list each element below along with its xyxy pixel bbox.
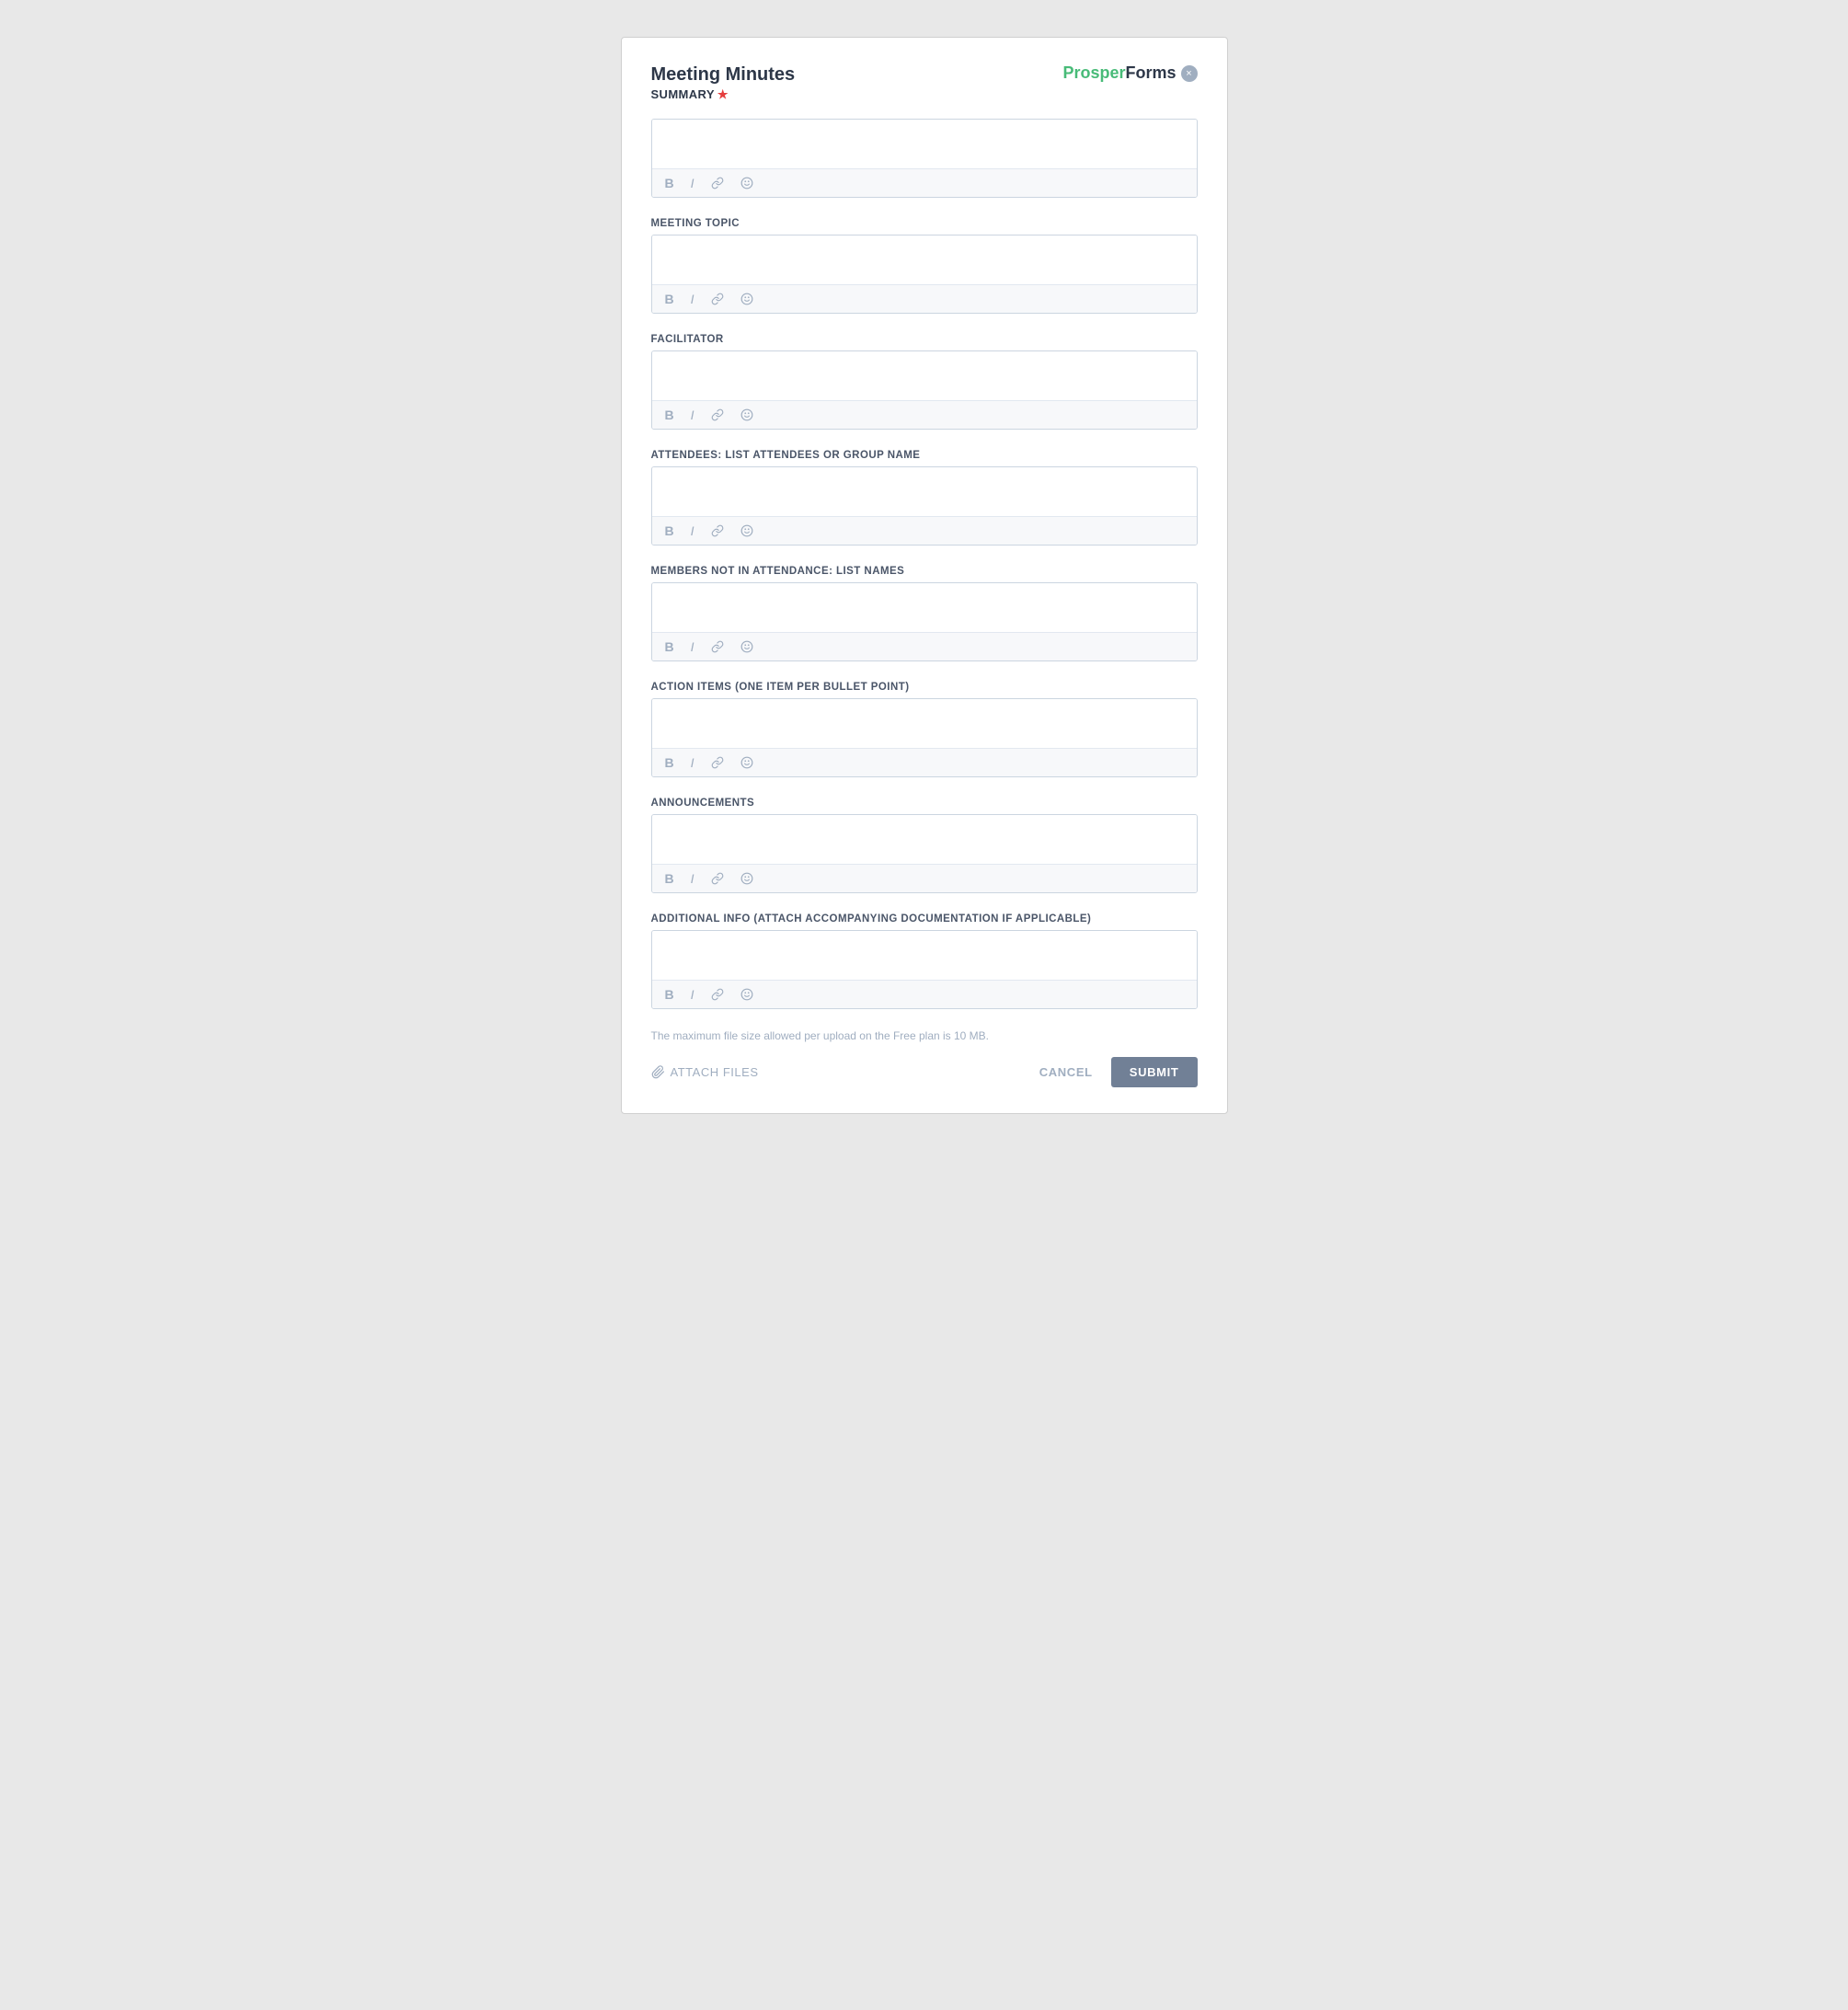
action-items-editor: B I (651, 698, 1198, 777)
footer-actions: ATTACH FILES CANCEL SUBMIT (651, 1057, 1198, 1087)
form-title-block: Meeting Minutes SUMMARY★ (651, 63, 796, 102)
announcements-link-btn[interactable] (707, 870, 728, 887)
announcements-editor: B I (651, 814, 1198, 893)
members-not-in-attendance-input[interactable] (652, 583, 1197, 627)
form-footer: The maximum file size allowed per upload… (651, 1029, 1198, 1087)
facilitator-input[interactable] (652, 351, 1197, 396)
action-items-label: ACTION ITEMS (ONE ITEM PER BULLET POINT) (651, 682, 1198, 693)
members-italic-btn[interactable]: I (687, 638, 698, 655)
summary-editor: B I (651, 119, 1198, 198)
summary-section-label: SUMMARY★ (651, 87, 796, 102)
logo-forms-text: Forms (1125, 63, 1176, 83)
additional-info-bold-btn[interactable]: B (661, 986, 678, 1003)
meeting-topic-label: MEETING TOPIC (651, 218, 1198, 229)
meeting-topic-editor: B I (651, 235, 1198, 314)
field-members-not-in-attendance: MEMBERS NOT IN ATTENDANCE: LIST NAMES B … (651, 566, 1198, 661)
attach-files-label: ATTACH FILES (671, 1065, 759, 1079)
announcements-emoji-btn[interactable] (737, 870, 757, 887)
facilitator-emoji-btn[interactable] (737, 407, 757, 423)
announcements-toolbar: B I (652, 864, 1197, 892)
attendees-italic-btn[interactable]: I (687, 523, 698, 539)
additional-info-editor: B I (651, 930, 1198, 1009)
facilitator-label: FACILITATOR (651, 334, 1198, 345)
logo-area: ProsperForms × (1062, 63, 1197, 83)
facilitator-bold-btn[interactable]: B (661, 407, 678, 423)
submit-button[interactable]: SUBMIT (1111, 1057, 1198, 1087)
logo-prosper-text: Prosper (1062, 63, 1125, 83)
attendees-editor: B I (651, 466, 1198, 546)
summary-link-btn[interactable] (707, 175, 728, 191)
meeting-topic-toolbar: B I (652, 284, 1197, 313)
attendees-bold-btn[interactable]: B (661, 523, 678, 539)
file-size-note: The maximum file size allowed per upload… (651, 1029, 1198, 1042)
facilitator-italic-btn[interactable]: I (687, 407, 698, 423)
paperclip-icon (651, 1065, 665, 1079)
summary-italic-btn[interactable]: I (687, 175, 698, 191)
attendees-toolbar: B I (652, 516, 1197, 545)
summary-bold-btn[interactable]: B (661, 175, 678, 191)
summary-toolbar: B I (652, 168, 1197, 197)
field-facilitator: FACILITATOR B I (651, 334, 1198, 430)
action-items-emoji-btn[interactable] (737, 754, 757, 771)
members-link-btn[interactable] (707, 638, 728, 655)
additional-info-input[interactable] (652, 931, 1197, 975)
announcements-italic-btn[interactable]: I (687, 870, 698, 887)
action-items-input[interactable] (652, 699, 1197, 743)
facilitator-editor: B I (651, 350, 1198, 430)
additional-info-italic-btn[interactable]: I (687, 986, 698, 1003)
meeting-topic-bold-btn[interactable]: B (661, 291, 678, 307)
meeting-topic-emoji-btn[interactable] (737, 291, 757, 307)
form-main-title: Meeting Minutes (651, 63, 796, 86)
form-submit-actions: CANCEL SUBMIT (1039, 1057, 1198, 1087)
action-items-italic-btn[interactable]: I (687, 754, 698, 771)
attendees-input[interactable] (652, 467, 1197, 511)
announcements-input[interactable] (652, 815, 1197, 859)
members-not-in-attendance-editor: B I (651, 582, 1198, 661)
facilitator-toolbar: B I (652, 400, 1197, 429)
field-meeting-topic: MEETING TOPIC B I (651, 218, 1198, 314)
attendees-label: ATTENDEES: LIST ATTENDEES OR GROUP NAME (651, 450, 1198, 461)
action-items-bold-btn[interactable]: B (661, 754, 678, 771)
form-container: Meeting Minutes SUMMARY★ ProsperForms × … (621, 37, 1228, 1114)
prosper-forms-logo: ProsperForms (1062, 63, 1176, 83)
action-items-toolbar: B I (652, 748, 1197, 776)
field-attendees: ATTENDEES: LIST ATTENDEES OR GROUP NAME … (651, 450, 1198, 546)
members-emoji-btn[interactable] (737, 638, 757, 655)
announcements-bold-btn[interactable]: B (661, 870, 678, 887)
field-announcements: ANNOUNCEMENTS B I (651, 798, 1198, 893)
field-action-items: ACTION ITEMS (ONE ITEM PER BULLET POINT)… (651, 682, 1198, 777)
attach-files-button[interactable]: ATTACH FILES (651, 1065, 759, 1079)
summary-input[interactable] (652, 120, 1197, 164)
attendees-link-btn[interactable] (707, 523, 728, 539)
members-bold-btn[interactable]: B (661, 638, 678, 655)
additional-info-label: ADDITIONAL INFO (ATTACH ACCOMPANYING DOC… (651, 913, 1198, 925)
attendees-emoji-btn[interactable] (737, 523, 757, 539)
cancel-button[interactable]: CANCEL (1039, 1065, 1093, 1079)
additional-info-toolbar: B I (652, 980, 1197, 1008)
members-not-in-attendance-label: MEMBERS NOT IN ATTENDANCE: LIST NAMES (651, 566, 1198, 577)
additional-info-link-btn[interactable] (707, 986, 728, 1003)
close-button[interactable]: × (1181, 65, 1198, 82)
additional-info-emoji-btn[interactable] (737, 986, 757, 1003)
facilitator-link-btn[interactable] (707, 407, 728, 423)
field-additional-info: ADDITIONAL INFO (ATTACH ACCOMPANYING DOC… (651, 913, 1198, 1009)
meeting-topic-italic-btn[interactable]: I (687, 291, 698, 307)
meeting-topic-input[interactable] (652, 235, 1197, 280)
required-indicator: ★ (717, 87, 729, 101)
action-items-link-btn[interactable] (707, 754, 728, 771)
meeting-topic-link-btn[interactable] (707, 291, 728, 307)
form-header: Meeting Minutes SUMMARY★ ProsperForms × (651, 63, 1198, 102)
summary-emoji-btn[interactable] (737, 175, 757, 191)
members-not-in-attendance-toolbar: B I (652, 632, 1197, 660)
field-summary: B I (651, 119, 1198, 198)
announcements-label: ANNOUNCEMENTS (651, 798, 1198, 809)
